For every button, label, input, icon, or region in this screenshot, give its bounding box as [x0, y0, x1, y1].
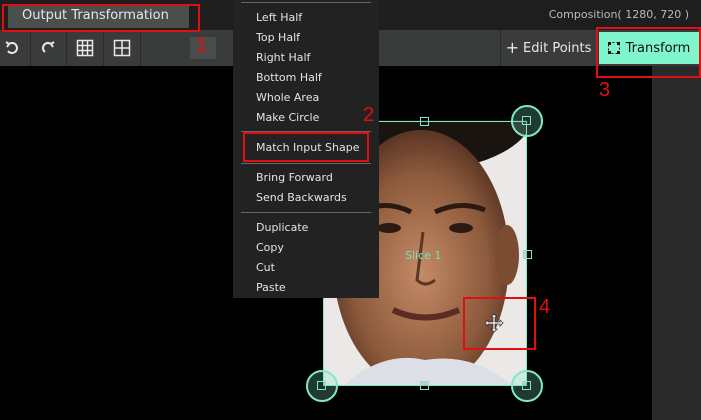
menu-item-paste[interactable]: Paste	[256, 281, 286, 294]
menu-item-send-backwards[interactable]: Send Backwards	[256, 191, 347, 204]
annotation-label-3: 3	[599, 79, 611, 101]
menu-separator	[241, 163, 371, 164]
handle-top-right[interactable]	[522, 116, 531, 125]
edit-points-label: Edit Points	[523, 40, 592, 56]
menu-item-duplicate[interactable]: Duplicate	[256, 221, 308, 234]
menu-item-bring-forward[interactable]: Bring Forward	[256, 171, 333, 184]
menu-item-right-half[interactable]: Right Half	[256, 51, 310, 64]
menu-item-whole-area[interactable]: Whole Area	[256, 91, 319, 104]
undo-button[interactable]	[0, 30, 31, 66]
redo-button[interactable]	[30, 30, 67, 66]
menu-item-top-half[interactable]: Top Half	[256, 31, 300, 44]
grid-button[interactable]	[67, 30, 104, 66]
annotation-label-2: 2	[363, 104, 375, 126]
handle-bottom-left[interactable]	[317, 381, 326, 390]
handle-right[interactable]	[523, 250, 532, 259]
annotation-box-1	[2, 4, 200, 32]
annotation-box-3	[596, 27, 701, 78]
handle-top[interactable]	[420, 117, 429, 126]
menu-item-copy[interactable]: Copy	[256, 241, 284, 254]
redo-icon	[42, 41, 55, 53]
undo-icon	[5, 41, 18, 54]
quad-grid-icon	[113, 39, 131, 57]
plus-icon: +	[505, 38, 520, 57]
annotation-label-4: 4	[539, 296, 551, 318]
annotation-box-4	[463, 297, 536, 350]
composition-size: Composition( 1280, 720 )	[548, 8, 689, 21]
menu-item-bottom-half[interactable]: Bottom Half	[256, 71, 322, 84]
menu-separator	[241, 212, 371, 213]
annotation-box-2	[243, 132, 369, 162]
menu-item-left-half[interactable]: Left Half	[256, 11, 302, 24]
handle-bottom[interactable]	[420, 381, 429, 390]
grid-icon	[76, 39, 94, 57]
handle-bottom-right[interactable]	[522, 381, 531, 390]
menu-item-make-circle[interactable]: Make Circle	[256, 111, 319, 124]
annotation-label-1: 1	[196, 34, 208, 56]
quad-grid-button[interactable]	[104, 30, 141, 66]
menu-separator	[241, 2, 371, 3]
right-panel	[652, 66, 701, 420]
edit-points-button[interactable]: + Edit Points	[500, 30, 596, 66]
menu-item-cut[interactable]: Cut	[256, 261, 275, 274]
